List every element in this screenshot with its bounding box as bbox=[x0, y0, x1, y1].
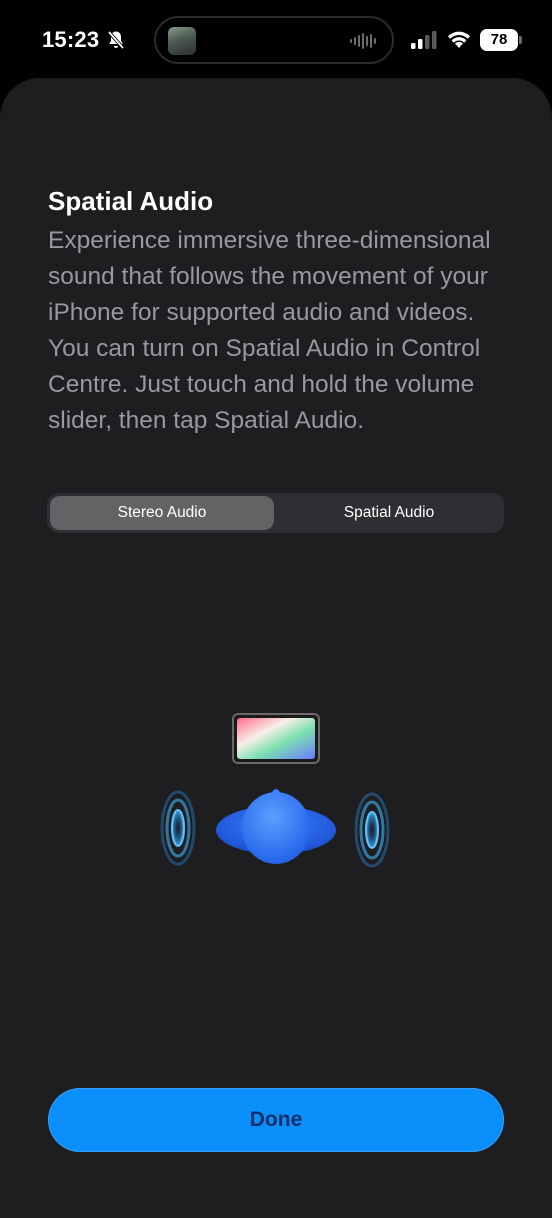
now-playing-artwork bbox=[168, 27, 196, 55]
cellular-signal-icon bbox=[411, 31, 437, 49]
battery-tip bbox=[519, 36, 522, 44]
segment-stereo-audio[interactable]: Stereo Audio bbox=[50, 496, 274, 530]
left-speaker-wave-icon bbox=[160, 790, 196, 866]
segment-spatial-audio[interactable]: Spatial Audio bbox=[277, 496, 501, 530]
wifi-icon bbox=[448, 31, 470, 48]
ipad-screen-icon bbox=[232, 713, 320, 764]
status-time: 15:23 bbox=[42, 27, 100, 52]
bell-slash-icon bbox=[107, 30, 125, 50]
listener-head-icon bbox=[216, 789, 336, 864]
status-bar: 15:23 78 bbox=[0, 0, 552, 80]
done-button[interactable]: Done bbox=[48, 1088, 504, 1152]
dynamic-island[interactable] bbox=[154, 16, 394, 64]
audio-mode-segmented-control: Stereo Audio Spatial Audio bbox=[47, 493, 504, 533]
sheet-description: Experience immersive three-dimensional s… bbox=[48, 227, 491, 434]
waveform-icon bbox=[350, 33, 376, 49]
right-speaker-wave-icon bbox=[354, 792, 390, 868]
battery-icon: 78 bbox=[480, 29, 518, 51]
sheet-title: Spatial Audio bbox=[48, 186, 214, 216]
spatial-audio-illustration bbox=[160, 713, 390, 868]
